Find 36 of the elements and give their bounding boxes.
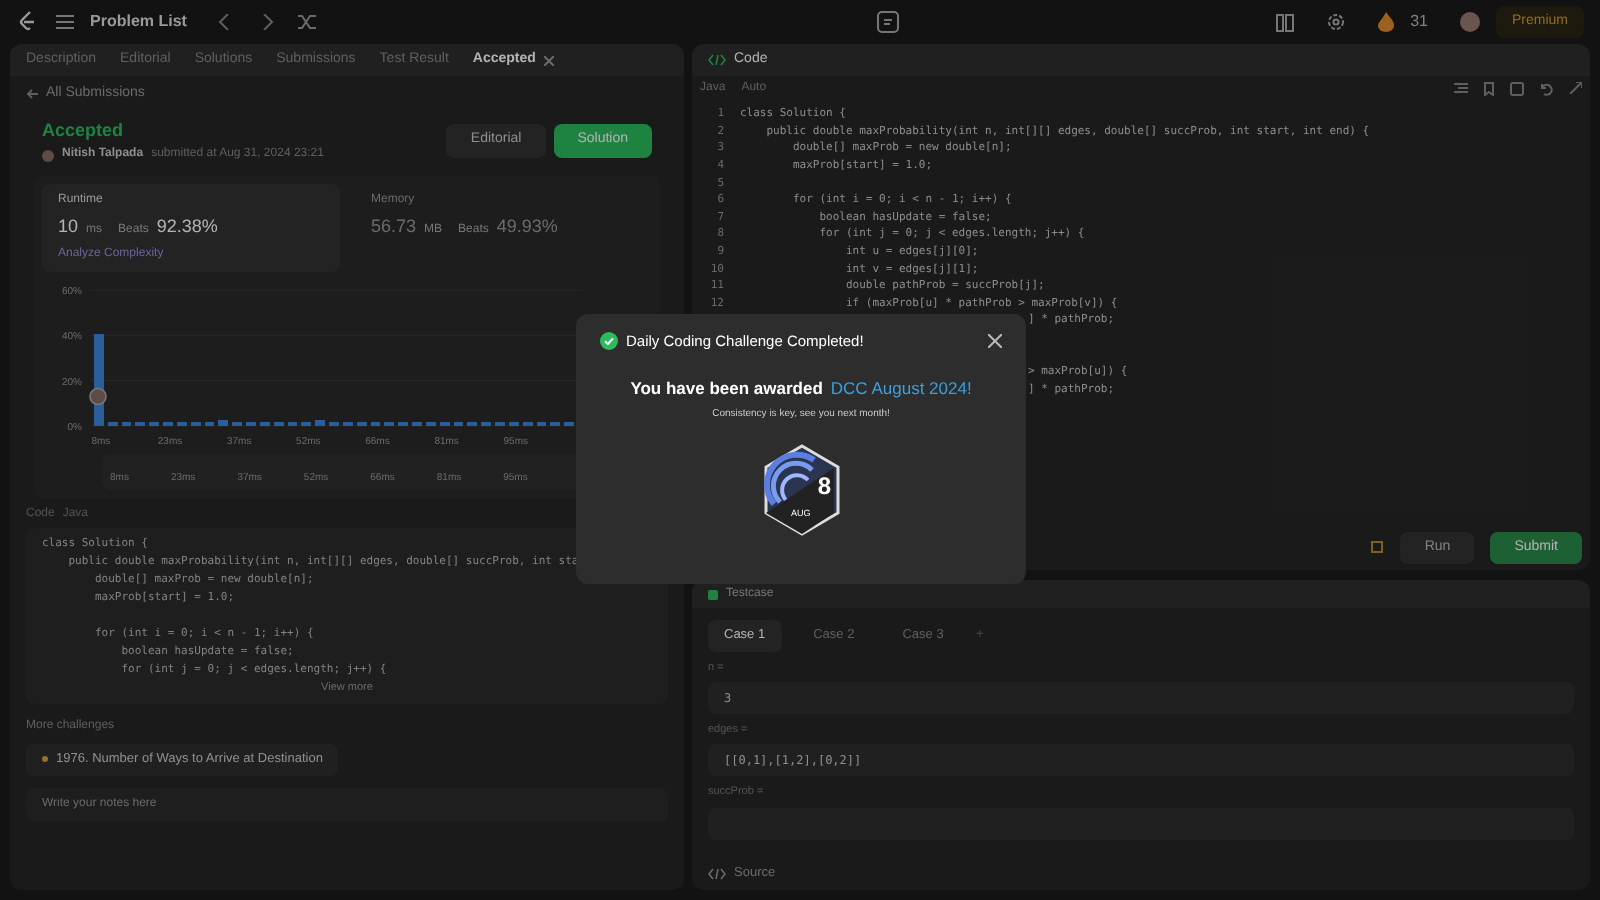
checkbox-icon: [708, 589, 718, 599]
award-message: You have been awarded: [630, 376, 823, 402]
avatar-icon[interactable]: [1459, 12, 1480, 32]
status-text: Accepted: [42, 117, 126, 144]
beats-value: 92.38%: [156, 214, 218, 240]
chart-bar: [218, 419, 229, 425]
format-icon[interactable]: [1454, 82, 1468, 94]
undo-icon[interactable]: [1540, 81, 1554, 95]
avatar-marker-icon: [89, 386, 107, 405]
code-brackets-icon: [708, 54, 726, 66]
chevron-left-icon[interactable]: [218, 14, 231, 30]
layout-icon[interactable]: [1276, 13, 1295, 31]
bookmark-icon[interactable]: [1484, 81, 1494, 95]
author-avatar-icon: [42, 149, 54, 161]
flame-icon[interactable]: [1378, 12, 1395, 32]
note-icon[interactable]: [1370, 540, 1385, 555]
award-name-link[interactable]: DCC August 2024!: [830, 376, 972, 402]
streak-count: 31: [1410, 10, 1428, 34]
back-arrow-icon[interactable]: [26, 88, 38, 101]
list-icon[interactable]: [56, 14, 74, 30]
chevron-right-icon[interactable]: [262, 14, 275, 30]
expand-icon[interactable]: [1570, 82, 1582, 94]
code-brackets-icon: [708, 868, 726, 881]
check-circle-icon: [600, 332, 618, 351]
chart-bar: [315, 419, 326, 425]
stat-value: 10: [58, 214, 79, 240]
stat-value: 56.73: [371, 214, 417, 240]
note-icon[interactable]: [876, 10, 901, 34]
close-icon[interactable]: [988, 334, 1002, 349]
problem-list-title[interactable]: Problem List: [90, 10, 187, 34]
beats-value: 49.93%: [496, 214, 558, 240]
close-icon[interactable]: [543, 55, 554, 65]
badge-drawing: [761, 443, 841, 535]
settings-icon[interactable]: [1326, 12, 1347, 32]
shuffle-icon[interactable]: [298, 14, 317, 30]
badge-day: 8: [817, 467, 831, 503]
